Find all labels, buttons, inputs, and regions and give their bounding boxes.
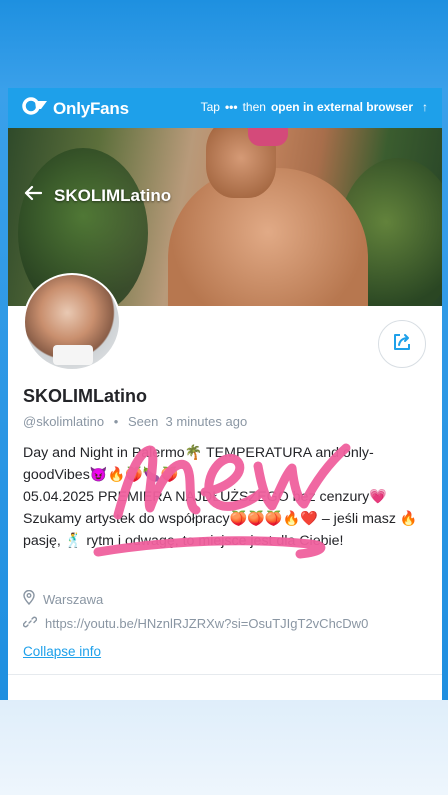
last-seen: Seen 3 minutes ago [127, 414, 248, 429]
separator-dot: • [113, 414, 119, 429]
link-icon [22, 615, 38, 632]
divider [8, 674, 442, 675]
hint-action: open in external browser [270, 100, 413, 114]
hint-then: then [242, 100, 266, 114]
cover-title-text: SKOLIMLatino [54, 185, 172, 205]
location-row: Warszawa [23, 589, 104, 608]
external-browser-hint: Tap ••• then open in external browser ↑ [201, 100, 428, 114]
top-bar: OnlyFans Tap ••• then open in external b… [8, 88, 442, 128]
brand-name: OnlyFans [53, 98, 129, 118]
arrow-up-icon: ↑ [422, 100, 428, 114]
profile-name: SKOLIMLatino [23, 386, 147, 406]
location-pin-icon [23, 589, 35, 608]
location-text: Warszawa [43, 591, 104, 607]
collapse-info-link[interactable]: Collapse info [23, 644, 101, 659]
profile-bio: Day and Night in Palermo🌴 TEMPERATURA an… [23, 445, 418, 549]
profile-link[interactable]: https://youtu.be/HNznlRJZRXw?si=OsuTJIgT… [45, 616, 368, 631]
back-arrow-icon[interactable] [24, 185, 43, 206]
link-row[interactable]: https://youtu.be/HNznlRJZRXw?si=OsuTJIgT… [22, 615, 368, 632]
cover-header: SKOLIMLatino [24, 185, 171, 206]
onlyfans-logo-icon [22, 97, 48, 120]
profile-handle: @skolimlatino [23, 414, 105, 429]
hint-tap: Tap [200, 100, 220, 114]
handle-row: @skolimlatino • Seen 3 minutes ago [23, 414, 247, 429]
avatar[interactable] [23, 273, 121, 371]
brand[interactable]: OnlyFans [22, 97, 129, 120]
profile-card: OnlyFans Tap ••• then open in external b… [8, 88, 442, 700]
more-dots-icon: ••• [224, 100, 238, 114]
share-icon [391, 331, 413, 358]
share-button[interactable] [378, 320, 426, 368]
